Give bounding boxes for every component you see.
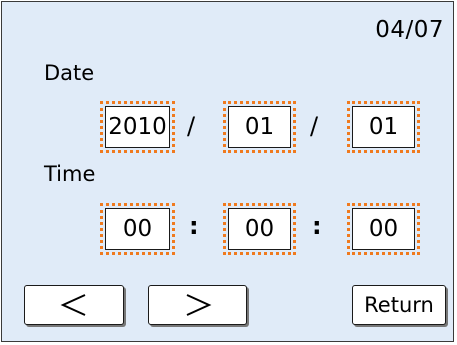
time-label: Time <box>44 162 96 186</box>
chevron-right-icon <box>183 293 213 317</box>
date-separator: / <box>187 112 196 140</box>
month-field[interactable]: 01 <box>223 101 296 153</box>
next-button[interactable] <box>148 285 247 325</box>
chevron-left-icon <box>59 293 89 317</box>
second-field[interactable]: 00 <box>347 203 420 255</box>
date-label: Date <box>44 61 95 85</box>
date-separator: / <box>310 112 319 140</box>
return-button-label: Return <box>364 293 434 317</box>
page-indicator: 04/07 <box>375 17 444 43</box>
hour-field[interactable]: 00 <box>100 203 175 255</box>
settings-screen: 04/07 Date 2010 / 01 / 01 Time 00 : 00 :… <box>1 1 454 342</box>
previous-button[interactable] <box>24 285 124 325</box>
minute-field[interactable]: 00 <box>223 203 296 255</box>
time-separator: : <box>312 212 322 240</box>
year-field[interactable]: 2010 <box>100 101 175 153</box>
day-field[interactable]: 01 <box>347 101 420 153</box>
return-button[interactable]: Return <box>352 285 446 325</box>
time-separator: : <box>189 212 199 240</box>
